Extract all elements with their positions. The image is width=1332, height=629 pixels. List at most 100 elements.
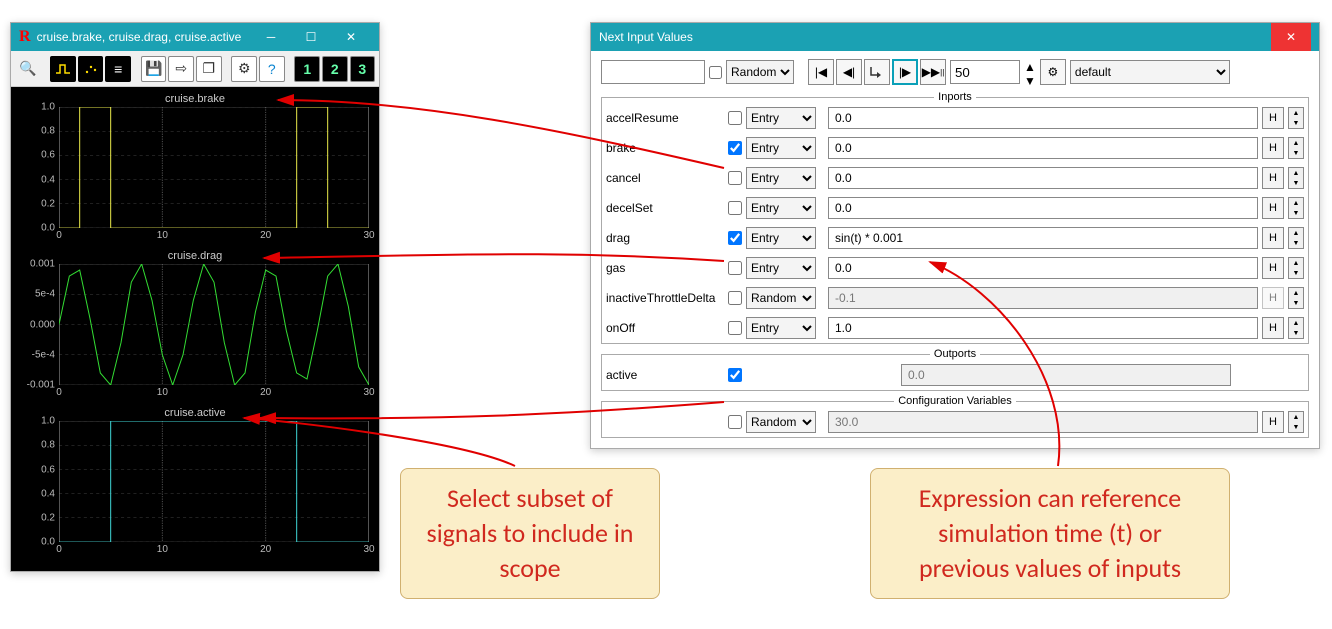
- inport-name: inactiveThrottleDelta: [606, 291, 724, 305]
- plot-style-step-button[interactable]: [50, 56, 76, 82]
- step-down-button[interactable]: ▼: [1289, 298, 1303, 308]
- close-button[interactable]: ✕: [331, 23, 371, 51]
- steps-up-button[interactable]: ▲: [1024, 60, 1036, 74]
- steps-input[interactable]: [950, 60, 1020, 84]
- configvar-row: Random H ▲▼: [602, 407, 1308, 437]
- view-2-button[interactable]: 2: [322, 56, 348, 82]
- step-down-button[interactable]: ▼: [1289, 268, 1303, 278]
- plot-style-scatter-button[interactable]: [78, 56, 104, 82]
- inport-checkbox[interactable]: [728, 261, 742, 275]
- step-up-button[interactable]: ▲: [1289, 168, 1303, 178]
- history-button[interactable]: H: [1262, 197, 1284, 219]
- inport-kind-select[interactable]: Random: [746, 287, 816, 309]
- step-down-button[interactable]: ▼: [1289, 118, 1303, 128]
- outport-name: active: [606, 368, 724, 382]
- step-up-button[interactable]: ▲: [1289, 412, 1303, 422]
- save-button[interactable]: 💾: [141, 56, 167, 82]
- maximize-button[interactable]: ☐: [291, 23, 331, 51]
- inport-kind-select[interactable]: Entry: [746, 167, 816, 189]
- help-button[interactable]: ?: [259, 56, 285, 82]
- minimize-button[interactable]: ─: [251, 23, 291, 51]
- inport-checkbox[interactable]: [728, 171, 742, 185]
- step-up-button[interactable]: ▲: [1289, 288, 1303, 298]
- configvars-legend: Configuration Variables: [894, 395, 1016, 407]
- inport-value[interactable]: [828, 137, 1258, 159]
- gear-button[interactable]: ⚙: [1040, 59, 1066, 85]
- step-up-button[interactable]: ▲: [1289, 258, 1303, 268]
- step-down-button[interactable]: ▼: [1289, 208, 1303, 218]
- step-down-button[interactable]: ▼: [1289, 422, 1303, 432]
- y-axis: 0.0015e-40.000-5e-4-0.001: [15, 264, 57, 385]
- history-button[interactable]: H: [1262, 167, 1284, 189]
- inport-value[interactable]: [828, 257, 1258, 279]
- search-icon[interactable]: 🔍: [15, 56, 41, 82]
- inport-value[interactable]: [828, 317, 1258, 339]
- close-button[interactable]: ✕: [1271, 23, 1311, 51]
- inport-name: drag: [606, 231, 724, 245]
- target-select[interactable]: default: [1070, 60, 1230, 84]
- inport-kind-select[interactable]: Entry: [746, 317, 816, 339]
- scope-titlebar[interactable]: R cruise.brake, cruise.drag, cruise.acti…: [11, 23, 379, 51]
- inport-kind-select[interactable]: Entry: [746, 257, 816, 279]
- inport-checkbox[interactable]: [728, 141, 742, 155]
- step-up-button[interactable]: ▲: [1289, 108, 1303, 118]
- inport-row: drag Entry H ▲▼: [602, 223, 1308, 253]
- plot-title: cruise.drag: [15, 248, 375, 262]
- inport-checkbox[interactable]: [728, 231, 742, 245]
- step-down-button[interactable]: ▼: [1289, 238, 1303, 248]
- steps-down-button[interactable]: ▼: [1024, 74, 1036, 88]
- inport-row: accelResumeEntryH▲▼: [602, 103, 1308, 133]
- inport-kind-select[interactable]: Entry: [746, 197, 816, 219]
- outport-checkbox[interactable]: [728, 368, 742, 382]
- history-button[interactable]: H: [1262, 317, 1284, 339]
- top-mode-select[interactable]: Random: [726, 60, 794, 84]
- history-button[interactable]: H: [1262, 137, 1284, 159]
- inputs-titlebar[interactable]: Next Input Values ✕: [591, 23, 1319, 51]
- plot-canvas: [59, 107, 369, 228]
- inport-value[interactable]: [828, 167, 1258, 189]
- view-1-button[interactable]: 1: [294, 56, 320, 82]
- history-button[interactable]: H: [1262, 411, 1284, 433]
- outports-group: Outports active: [601, 348, 1309, 391]
- inport-row: brakeEntryH▲▼: [602, 133, 1308, 163]
- filter-input[interactable]: [601, 60, 705, 84]
- inport-value[interactable]: [828, 227, 1258, 249]
- export-button[interactable]: ⇨: [168, 56, 194, 82]
- configvar-kind-select[interactable]: Random: [746, 411, 816, 433]
- x-axis: 0102030: [59, 387, 369, 403]
- go-start-button[interactable]: |◀: [808, 59, 834, 85]
- step-down-button[interactable]: ▼: [1289, 178, 1303, 188]
- step-down-button[interactable]: ▼: [1289, 148, 1303, 158]
- step-up-button[interactable]: ▲: [1289, 318, 1303, 328]
- outport-value: [901, 364, 1231, 386]
- inport-value[interactable]: [828, 107, 1258, 129]
- inport-checkbox[interactable]: [728, 201, 742, 215]
- inport-kind-select[interactable]: Entry: [746, 227, 816, 249]
- step-into-button[interactable]: [864, 59, 890, 85]
- step-up-button[interactable]: ▲: [1289, 138, 1303, 148]
- outports-legend: Outports: [930, 348, 980, 360]
- play-button[interactable]: |▶: [892, 59, 918, 85]
- copy-button[interactable]: ❐: [196, 56, 222, 82]
- step-down-button[interactable]: ▼: [1289, 328, 1303, 338]
- inport-row: gasEntryH▲▼: [602, 253, 1308, 283]
- step-up-button[interactable]: ▲: [1289, 198, 1303, 208]
- play-pause-button[interactable]: ▶▶||: [920, 59, 946, 85]
- history-button[interactable]: H: [1262, 107, 1284, 129]
- inport-checkbox[interactable]: [728, 291, 742, 305]
- inport-checkbox[interactable]: [728, 111, 742, 125]
- history-button[interactable]: H: [1262, 287, 1284, 309]
- top-checkbox[interactable]: [709, 66, 722, 79]
- settings-button[interactable]: ⚙: [231, 56, 257, 82]
- step-up-button[interactable]: ▲: [1289, 228, 1303, 238]
- history-button[interactable]: H: [1262, 227, 1284, 249]
- inport-checkbox[interactable]: [728, 321, 742, 335]
- inport-kind-select[interactable]: Entry: [746, 107, 816, 129]
- step-back-button[interactable]: ◀|: [836, 59, 862, 85]
- view-3-button[interactable]: 3: [350, 56, 376, 82]
- plot-style-list-button[interactable]: ≡: [105, 56, 131, 82]
- configvar-checkbox[interactable]: [728, 415, 742, 429]
- history-button[interactable]: H: [1262, 257, 1284, 279]
- inport-kind-select[interactable]: Entry: [746, 137, 816, 159]
- inport-value[interactable]: [828, 197, 1258, 219]
